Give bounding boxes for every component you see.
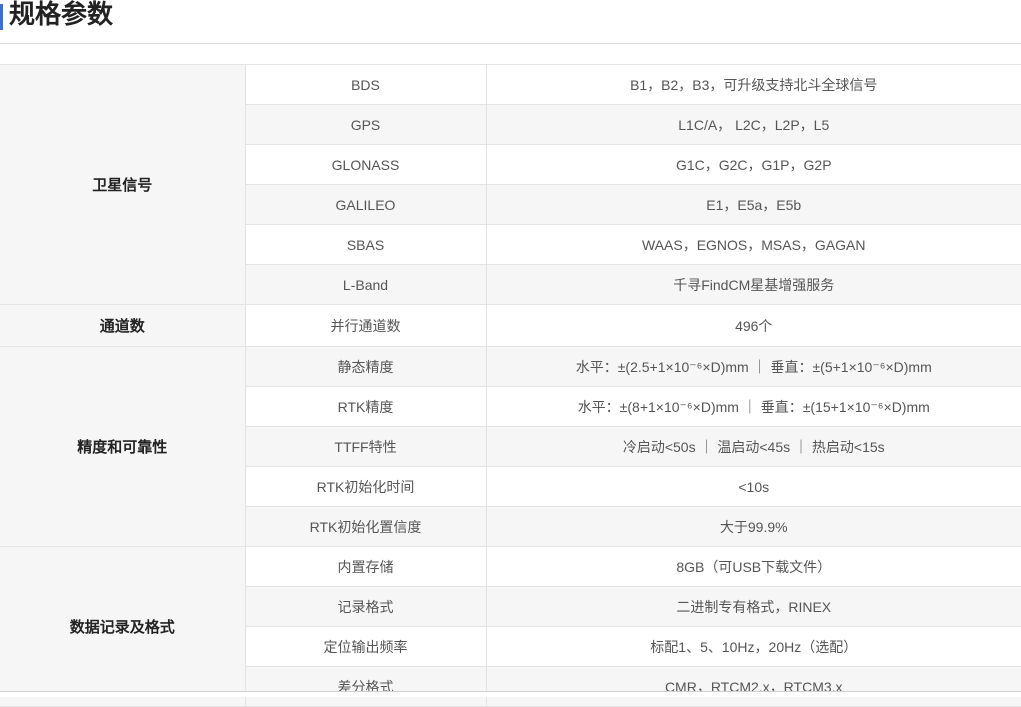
spec-value: 大于99.9% — [486, 506, 1021, 547]
category-accuracy: 精度和可靠性 — [0, 346, 246, 547]
category-data-recording: 数据记录及格式 — [0, 546, 246, 707]
spec-name: BDS — [245, 64, 487, 105]
spec-name: RTK精度 — [245, 386, 487, 427]
spec-name: 并行通道数 — [245, 304, 487, 347]
spec-value: E1，E5a，E5b — [486, 184, 1021, 225]
spec-value: 二进制专有格式，RINEX — [486, 586, 1021, 627]
spec-name: RTK初始化时间 — [245, 466, 487, 507]
spec-value: 496个 — [486, 304, 1021, 347]
page-header: 规格参数 — [0, 0, 1021, 44]
category-satellite: 卫星信号 — [0, 64, 246, 305]
title-accent-bar — [0, 4, 3, 30]
spec-name: GPS — [245, 104, 487, 145]
spec-value: 水平：±(2.5+1×10⁻⁶×D)mm ｜ 垂直：±(5+1×10⁻⁶×D)m… — [486, 346, 1021, 387]
spec-value: 冷启动<50s ｜ 温启动<45s ｜ 热启动<15s — [486, 426, 1021, 467]
spec-row: 通道数 并行通道数 496个 — [0, 304, 1021, 347]
spec-value: 千寻FindCM星基增强服务 — [486, 264, 1021, 305]
page-title: 规格参数 — [9, 0, 114, 30]
spec-name: RTK初始化置信度 — [245, 506, 487, 547]
spec-value: G1C，G2C，G1P，G2P — [486, 144, 1021, 185]
spec-name: 静态精度 — [245, 346, 487, 387]
spec-value: 8GB（可USB下载文件） — [486, 546, 1021, 587]
spec-row: 精度和可靠性 静态精度 水平：±(2.5+1×10⁻⁶×D)mm ｜ 垂直：±(… — [0, 346, 1021, 547]
spec-name: GLONASS — [245, 144, 487, 185]
spec-name: TTFF特性 — [245, 426, 487, 467]
spec-value: <10s — [486, 466, 1021, 507]
spec-name: GALILEO — [245, 184, 487, 225]
spec-name: 记录格式 — [245, 586, 487, 627]
spec-name: 定位输出频率 — [245, 626, 487, 667]
spec-table: 卫星信号 BDS B1，B2，B3，可升级支持北斗全球信号 GPS L1C/A，… — [0, 64, 1021, 707]
spec-row: 数据记录及格式 内置存储 8GB（可USB下载文件） — [0, 546, 1021, 707]
spec-value: 水平：±(8+1×10⁻⁶×D)mm ｜ 垂直：±(15+1×10⁻⁶×D)mm — [486, 386, 1021, 427]
bottom-divider — [0, 691, 1021, 697]
spec-value: L1C/A， L2C，L2P，L5 — [486, 104, 1021, 145]
spec-name: L-Band — [245, 264, 487, 305]
spec-row: 卫星信号 BDS B1，B2，B3，可升级支持北斗全球信号 — [0, 64, 1021, 305]
spec-name: 内置存储 — [245, 546, 487, 587]
spec-value: B1，B2，B3，可升级支持北斗全球信号 — [486, 64, 1021, 105]
category-channels: 通道数 — [0, 304, 246, 347]
spec-value: 标配1、5、10Hz，20Hz（选配） — [486, 626, 1021, 667]
spec-name: SBAS — [245, 224, 487, 265]
spec-value: WAAS，EGNOS，MSAS，GAGAN — [486, 224, 1021, 265]
spec-name: 差分格式 — [245, 666, 487, 707]
spec-value: CMR，RTCM2.x，RTCM3.x — [486, 666, 1021, 707]
